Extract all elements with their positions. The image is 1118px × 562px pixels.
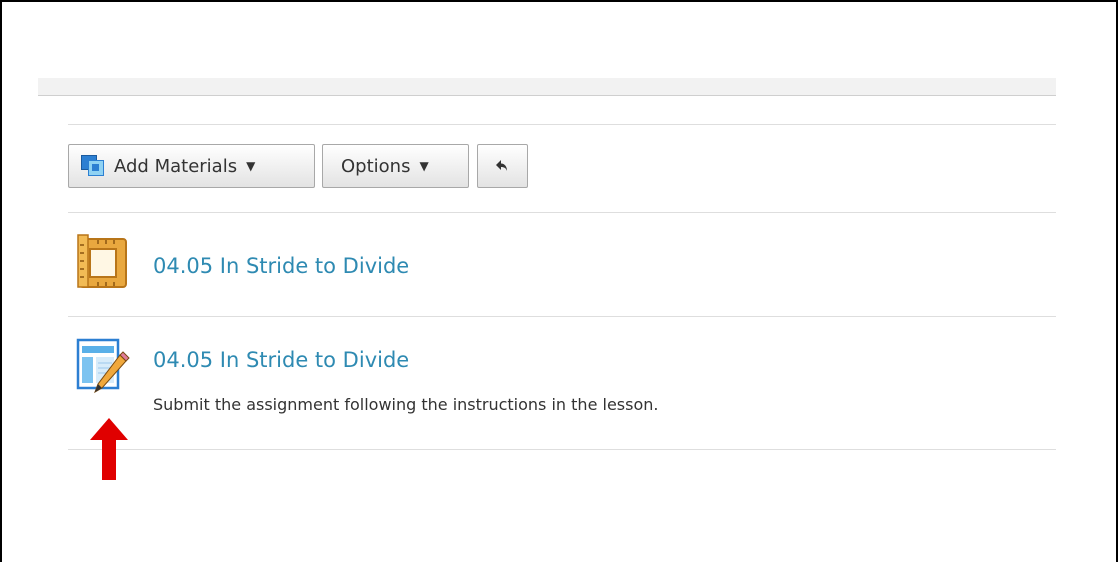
options-label: Options <box>341 155 411 177</box>
options-button[interactable]: Options ▼ <box>322 144 469 188</box>
add-materials-label: Add Materials <box>114 155 238 177</box>
item-title-link[interactable]: 04.05 In Stride to Divide <box>153 348 409 372</box>
undo-arrow-icon <box>495 160 507 171</box>
item-description: Submit the assignment following the inst… <box>153 395 659 414</box>
page-header-band <box>38 78 1056 96</box>
item-title-link[interactable]: 04.05 In Stride to Divide <box>153 254 409 278</box>
undo-button[interactable] <box>477 144 528 188</box>
divider <box>68 316 1056 317</box>
add-materials-icon <box>81 155 105 177</box>
divider <box>68 124 1056 125</box>
ruler-frame-icon[interactable] <box>76 233 132 291</box>
assignment-pencil-icon[interactable] <box>76 338 132 396</box>
chevron-down-icon: ▼ <box>246 159 256 173</box>
chevron-down-icon: ▼ <box>419 159 429 173</box>
red-up-arrow-icon <box>90 418 128 480</box>
divider <box>68 449 1056 450</box>
add-materials-button[interactable]: Add Materials ▼ <box>68 144 315 188</box>
divider <box>68 212 1056 213</box>
